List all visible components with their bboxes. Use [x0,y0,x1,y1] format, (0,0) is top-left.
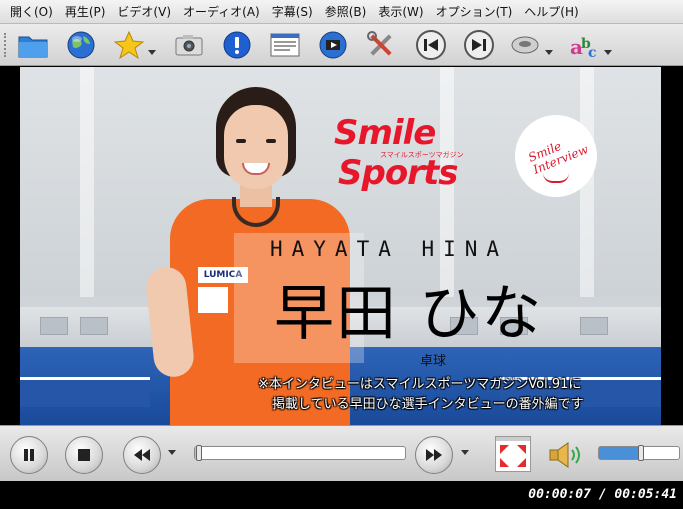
athlete-name-latin: HAYATA HINA [270,237,509,261]
svg-text:c: c [588,45,597,60]
wall-stripe [80,67,94,297]
interview-badge-text: Smile Interview [526,138,591,177]
control-bar [0,425,683,481]
globe-icon[interactable] [64,28,98,62]
athlete-eye [236,139,246,143]
speaker-icon[interactable] [548,440,584,470]
menu-play[interactable]: 再生(P) [59,0,112,24]
caption-line-1: ※本インタビューはスマイルスポーツマガジンVol.91に [258,377,582,392]
pause-button[interactable] [10,436,48,474]
menu-browse[interactable]: 参照(B) [319,0,373,24]
status-bar: 00:00:07 / 00:05:41 [0,481,683,509]
menu-bar: 開く(O) 再生(P) ビデオ(V) オーディオ(A) 字幕(S) 参照(B) … [0,0,683,24]
previous-icon[interactable] [414,28,448,62]
badge-smile-mark [543,173,569,183]
athlete-face [224,105,288,189]
toolbar: abc [0,24,683,66]
volume-level [599,447,641,459]
forward-dropdown-arrow[interactable] [461,450,469,455]
favorites-dropdown-arrow[interactable] [148,50,156,55]
ping-pong-table [20,377,150,407]
star-icon[interactable] [112,28,146,62]
camera-icon[interactable] [172,28,206,62]
fullscreen-button[interactable] [495,436,531,472]
info-icon[interactable] [220,28,254,62]
menu-options[interactable]: オプション(T) [430,0,519,24]
audio-dropdown-arrow[interactable] [545,50,553,55]
menu-open[interactable]: 開く(O) [4,0,59,24]
fast-forward-button[interactable] [415,436,453,474]
fullscreen-icon [496,437,530,467]
athlete-eye [266,139,276,143]
stop-icon [78,449,90,461]
seek-bar[interactable] [194,445,406,461]
brand-logo-sports: Sports [338,153,458,193]
rewind-button[interactable] [123,436,161,474]
film-icon[interactable] [316,28,350,62]
barrier-panel [80,317,108,335]
volume-slider[interactable] [598,445,680,461]
media-player-window: 開く(O) 再生(P) ビデオ(V) オーディオ(A) 字幕(S) 参照(B) … [0,0,683,509]
athlete-sport: 卓球 [420,354,447,369]
menu-audio[interactable]: オーディオ(A) [177,0,266,24]
next-icon[interactable] [462,28,496,62]
pause-icon [24,449,34,461]
fast-forward-icon [426,449,442,461]
stop-button[interactable] [65,436,103,474]
menu-view[interactable]: 表示(W) [372,0,429,24]
playback-time: 00:00:07 / 00:05:41 [528,487,677,502]
athlete-name-japanese: 早田 ひな [274,279,544,349]
toolbar-grip[interactable] [4,33,8,57]
seek-handle[interactable] [196,445,202,461]
subtitles-icon[interactable]: abc [566,28,600,62]
video-frame[interactable]: LUMICA Smile スマイルスポーツマガジン Sports Smile I… [20,67,661,425]
caption-line-2: 掲載している早田ひな選手インタビューの番外編です [272,397,584,412]
disc-icon[interactable] [508,28,542,62]
tools-icon[interactable] [364,28,398,62]
barrier-panel [580,317,608,335]
volume-handle[interactable] [638,445,644,461]
folder-icon[interactable] [16,28,50,62]
menu-video[interactable]: ビデオ(V) [111,0,177,24]
brand-logo-smile: Smile [334,113,436,153]
shirt-patch [198,287,228,313]
subtitles-dropdown-arrow[interactable] [604,50,612,55]
menu-help[interactable]: ヘルプ(H) [518,0,584,24]
barrier-panel [40,317,68,335]
menu-subtitles[interactable]: 字幕(S) [266,0,319,24]
rewind-icon [134,449,150,461]
interview-badge: Smile Interview [515,115,597,197]
document-icon[interactable] [268,28,302,62]
rewind-dropdown-arrow[interactable] [168,450,176,455]
